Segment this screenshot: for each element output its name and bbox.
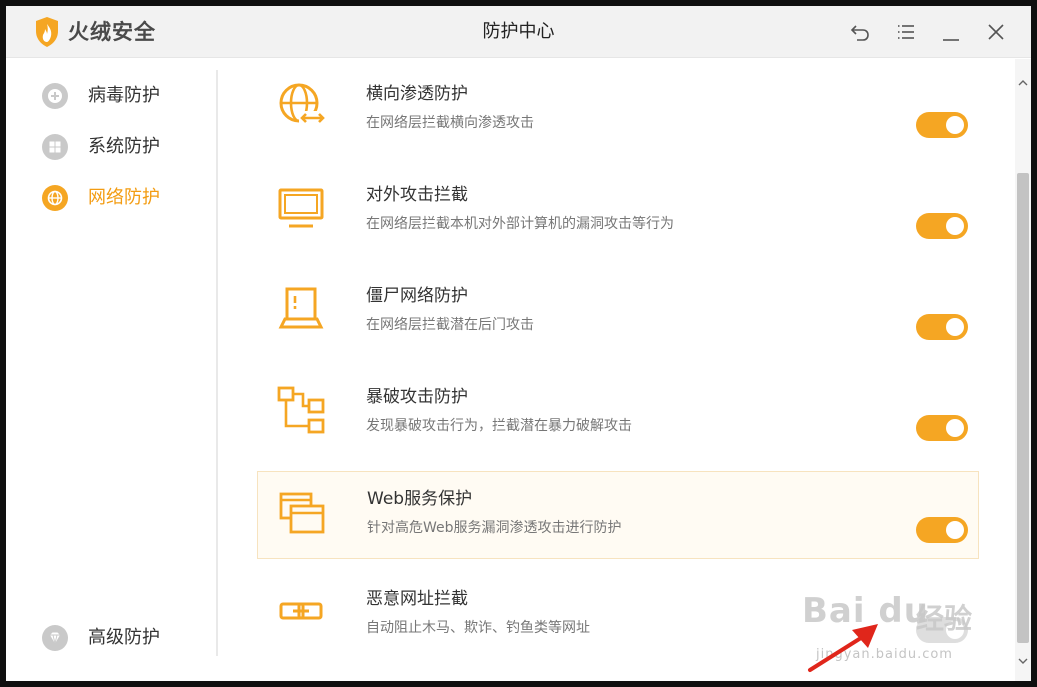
protection-title: 僵尸网络防护 (366, 286, 468, 306)
back-button[interactable] (848, 20, 872, 44)
flow-nodes-icon (275, 384, 327, 436)
toggle-knob (946, 521, 964, 539)
list-item-malicious-url: 恶意网址拦截 自动阻止木马、欺诈、钓鱼类等网址 (257, 572, 979, 660)
protection-desc: 在网络层拦截潜在后门攻击 (366, 317, 534, 333)
protection-title: 横向渗透防护 (366, 84, 468, 104)
sidebar-item-advanced-protection[interactable]: 高级防护 (42, 623, 212, 653)
diamond-icon (42, 625, 68, 651)
protection-desc: 在网络层拦截本机对外部计算机的漏洞攻击等行为 (366, 216, 674, 232)
scroll-thumb[interactable] (1017, 173, 1029, 643)
list-item-brute-force: 暴破攻击防护 发现暴破攻击行为，拦截潜在暴力破解攻击 (257, 370, 979, 458)
list-item-outbound-attack: 对外攻击拦截 在网络层拦截本机对外部计算机的漏洞攻击等行为 (257, 168, 979, 256)
sidebar-item-label: 高级防护 (88, 627, 160, 648)
list-item-lateral-penetration: 横向渗透防护 在网络层拦截横向渗透攻击 (257, 67, 979, 155)
protection-title: 暴破攻击防护 (366, 387, 468, 407)
link-icon (275, 586, 327, 638)
brute-force-toggle[interactable] (916, 415, 968, 441)
windows-icon (42, 134, 68, 160)
sidebar: 病毒防护 系统防护 网络防护 高级防护 (6, 59, 218, 681)
lateral-penetration-toggle[interactable] (916, 112, 968, 138)
globe-icon (42, 185, 68, 211)
scroll-down-icon[interactable] (1018, 651, 1028, 664)
brand-name: 火绒安全 (68, 20, 156, 44)
protection-desc: 针对高危Web服务漏洞渗透攻击进行防护 (367, 520, 622, 536)
virus-protection-icon (42, 83, 68, 109)
sidebar-item-virus-protection[interactable]: 病毒防护 (42, 81, 212, 111)
title-bar: 火绒安全 防护中心 (6, 6, 1031, 58)
close-button[interactable] (984, 20, 1008, 44)
back-icon (850, 25, 869, 41)
menu-button[interactable] (894, 20, 918, 44)
browser-windows-icon (276, 486, 328, 538)
menu-icon (898, 25, 914, 39)
window-title: 防护中心 (482, 21, 555, 42)
protection-desc: 自动阻止木马、欺诈、钓鱼类等网址 (366, 620, 590, 636)
toggle-knob (946, 419, 964, 437)
malicious-url-toggle[interactable] (916, 617, 968, 643)
sidebar-item-label: 系统防护 (88, 136, 160, 157)
sidebar-item-label: 病毒防护 (88, 85, 160, 106)
scroll-up-icon[interactable] (1018, 73, 1028, 86)
laptop-alert-icon (275, 283, 327, 335)
close-icon (988, 24, 1004, 40)
botnet-protection-toggle[interactable] (916, 314, 968, 340)
app-window: 火绒安全 防护中心 病毒防护 系统防护 网络防护 高级防护 横向渗透防护 在网络… (6, 6, 1031, 681)
list-item-web-service: Web服务保护 针对高危Web服务漏洞渗透攻击进行防护 (257, 471, 979, 559)
sidebar-item-label: 网络防护 (88, 187, 160, 208)
web-service-toggle[interactable] (916, 517, 968, 543)
protection-title: Web服务保护 (367, 489, 473, 509)
minimize-icon (943, 39, 959, 41)
protection-list: 横向渗透防护 在网络层拦截横向渗透攻击 对外攻击拦截 在网络层拦截本机对外部计算… (218, 59, 1014, 681)
globe-arrows-icon (275, 81, 327, 133)
monitor-icon (275, 182, 327, 234)
minimize-button[interactable] (939, 20, 963, 44)
protection-title: 恶意网址拦截 (366, 589, 468, 609)
outbound-attack-toggle[interactable] (916, 213, 968, 239)
huorong-logo-icon (34, 16, 60, 48)
toggle-knob (946, 318, 964, 336)
list-item-botnet-protection: 僵尸网络防护 在网络层拦截潜在后门攻击 (257, 269, 979, 357)
protection-desc: 发现暴破攻击行为，拦截潜在暴力破解攻击 (366, 418, 632, 434)
toggle-knob (946, 621, 964, 639)
toggle-knob (946, 217, 964, 235)
protection-title: 对外攻击拦截 (366, 185, 468, 205)
sidebar-item-system-protection[interactable]: 系统防护 (42, 132, 212, 162)
sidebar-item-network-protection[interactable]: 网络防护 (42, 183, 212, 213)
scrollbar[interactable] (1015, 59, 1031, 681)
protection-desc: 在网络层拦截横向渗透攻击 (366, 115, 534, 131)
toggle-knob (946, 116, 964, 134)
